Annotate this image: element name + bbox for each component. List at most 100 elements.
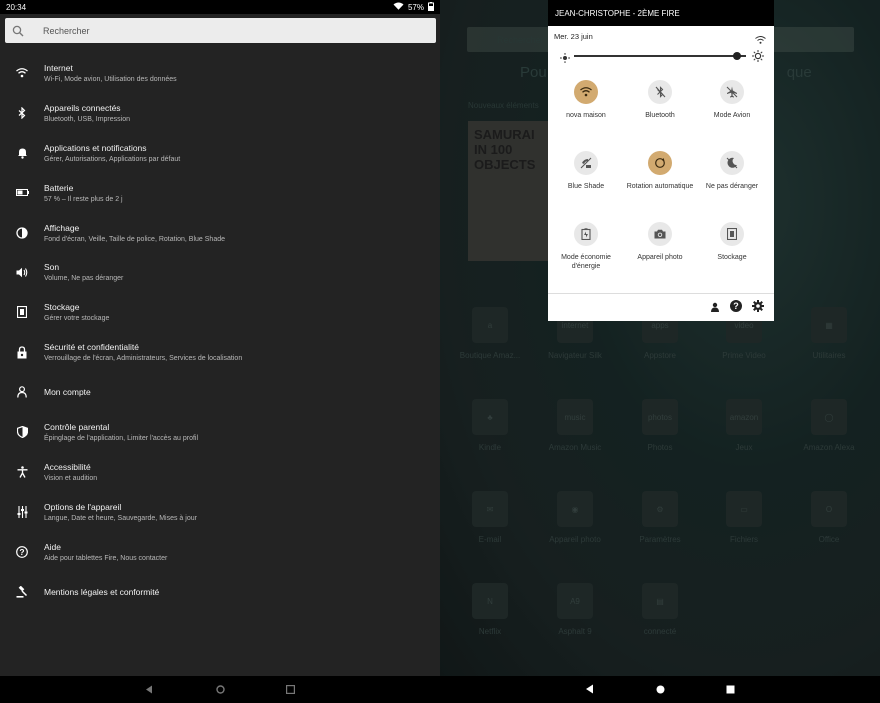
settings-item-title: Mentions légales et conformité (44, 586, 160, 597)
wifi-icon (574, 80, 598, 104)
settings-item-subtitle: Bluetooth, USB, Impression (44, 115, 130, 123)
brightness-high-icon (752, 49, 764, 67)
settings-item-title: Accessibilité (44, 461, 91, 472)
tile-label: Appareil photo (637, 254, 683, 261)
power-saver-icon (574, 222, 598, 246)
settings-item-title: Mon compte (44, 387, 91, 398)
sliders-icon (0, 505, 44, 518)
tile-label: Mode économie d'énergie (561, 254, 611, 270)
do-not-disturb-icon (720, 151, 744, 175)
tile-label: Mode Avion (713, 112, 751, 119)
wifi-icon (0, 68, 44, 78)
wifi-signal-icon (755, 31, 766, 49)
storage-icon (0, 306, 44, 319)
screen: 20:34 57% Rechercher Internet Wi-Fi, Mode… (0, 0, 880, 703)
search-icon (5, 25, 31, 37)
settings-item-title: Son (44, 262, 60, 273)
tile-label: Ne pas déranger (705, 183, 759, 190)
settings-item-title: Batterie (44, 182, 74, 193)
blue-shade-icon (574, 151, 598, 175)
speaker-icon (0, 267, 44, 278)
storage-icon (720, 222, 744, 246)
brightness-track (574, 55, 746, 57)
svg-text:?: ? (19, 547, 24, 557)
settings-item-speaker[interactable]: Son Volume, Ne pas déranger (0, 252, 440, 292)
bluetooth-icon (0, 106, 44, 119)
search-placeholder: Rechercher (43, 25, 90, 36)
settings-item-subtitle: Gérer votre stockage (44, 315, 110, 323)
auto-rotate-icon (648, 151, 672, 175)
tile-label: Blue Shade (567, 183, 605, 190)
recents-button-right[interactable] (724, 683, 736, 695)
recents-button-left[interactable] (284, 683, 296, 695)
settings-item-gavel[interactable]: Mentions légales et conformité (0, 572, 440, 612)
status-bar: 20:34 57% (0, 0, 440, 14)
settings-item-battery[interactable]: Batterie 57 % – Il reste plus de 2 j (0, 173, 440, 213)
settings-item-subtitle: Aide pour tablettes Fire, Nous contacter (44, 554, 168, 562)
tile-bluetooth-off[interactable]: Bluetooth (624, 80, 696, 121)
settings-item-sliders[interactable]: Options de l'appareil Langue, Date et heu… (0, 492, 440, 532)
bell-icon (0, 147, 44, 159)
settings-search-bar[interactable]: Rechercher (5, 18, 436, 43)
display-icon (0, 226, 44, 239)
tile-storage[interactable]: Stockage (696, 222, 768, 263)
settings-item-subtitle: Vision et audition (44, 474, 98, 482)
user-profile-icon[interactable] (710, 299, 720, 317)
back-button-left[interactable] (143, 683, 155, 695)
gavel-icon (0, 585, 44, 598)
tile-airplane-off[interactable]: Mode Avion (696, 80, 768, 121)
settings-item-accessibility[interactable]: Accessibilité Vision et audition (0, 452, 440, 492)
brightness-slider[interactable] (560, 49, 764, 63)
settings-item-display[interactable]: Affichage Fond d'écran, Veille, Taille de… (0, 213, 440, 253)
settings-item-title: Applications et notifications (44, 142, 147, 153)
brightness-thumb[interactable] (733, 52, 742, 60)
settings-item-title: Stockage (44, 302, 80, 313)
quick-settings-panel: JEAN-CHRISTOPHE - 2ÈME FIRE Mer. 23 juin… (548, 0, 774, 321)
settings-gear-icon[interactable] (752, 299, 764, 317)
settings-item-title: Options de l'appareil (44, 501, 122, 512)
settings-item-bluetooth[interactable]: Appareils connectés Bluetooth, USB, Impre… (0, 93, 440, 133)
tile-camera[interactable]: Appareil photo (624, 222, 696, 263)
battery-status-icon (428, 1, 434, 13)
home-button-left[interactable] (214, 683, 226, 695)
help-icon[interactable]: ? (730, 299, 742, 317)
settings-item-storage[interactable]: Stockage Gérer votre stockage (0, 292, 440, 332)
tile-do-not-disturb[interactable]: Ne pas déranger (696, 151, 768, 192)
accessibility-icon (0, 466, 44, 478)
settings-item-wifi[interactable]: Internet Wi-Fi, Mode avion, Utilisation d… (0, 53, 440, 93)
camera-icon (648, 222, 672, 246)
tile-label: nova maison (566, 112, 606, 119)
back-button-right[interactable] (583, 683, 595, 695)
brightness-low-icon (560, 50, 570, 68)
tile-label: Rotation automatique (626, 183, 694, 190)
settings-item-subtitle: Verrouillage de l'écran, Administrateurs… (44, 355, 243, 363)
settings-item-person[interactable]: Mon compte (0, 372, 440, 412)
lock-icon (0, 346, 44, 359)
airplane-off-icon (720, 80, 744, 104)
tile-wifi[interactable]: nova maison (550, 80, 622, 121)
settings-item-subtitle: 57 % – Il reste plus de 2 j (44, 195, 123, 203)
settings-item-subtitle: Wi-Fi, Mode avion, Utilisation des donné… (44, 75, 177, 83)
bluetooth-off-icon (648, 80, 672, 104)
settings-item-title: Internet (44, 62, 73, 73)
settings-item-help[interactable]: ? Aide Aide pour tablettes Fire, Nous cont… (0, 532, 440, 572)
quick-settings-header: JEAN-CHRISTOPHE - 2ÈME FIRE (548, 0, 774, 26)
tile-blue-shade[interactable]: Blue Shade (550, 151, 622, 192)
settings-item-shield[interactable]: Contrôle parental Épinglage de l'applicat… (0, 412, 440, 452)
settings-list: Internet Wi-Fi, Mode avion, Utilisation d… (0, 53, 440, 611)
battery-percent: 57% (407, 2, 424, 12)
status-time: 20:34 (6, 2, 27, 12)
settings-item-title: Sécurité et confidentialité (44, 342, 139, 353)
svg-text:?: ? (733, 301, 739, 311)
tile-auto-rotate[interactable]: Rotation automatique (624, 151, 696, 192)
tile-power-saver[interactable]: Mode économie d'énergie (550, 222, 622, 271)
tile-label: Bluetooth (645, 112, 675, 119)
quick-settings-date: Mer. 23 juin (554, 32, 593, 41)
settings-item-title: Affichage (44, 222, 80, 233)
settings-item-bell[interactable]: Applications et notifications Gérer, Auto… (0, 133, 440, 173)
home-button-right[interactable] (654, 683, 666, 695)
settings-item-subtitle: Gérer, Autorisations, Applications par d… (44, 155, 181, 163)
settings-item-lock[interactable]: Sécurité et confidentialité Verrouillage … (0, 332, 440, 372)
help-icon: ? (0, 545, 44, 558)
tile-label: Stockage (717, 254, 747, 261)
